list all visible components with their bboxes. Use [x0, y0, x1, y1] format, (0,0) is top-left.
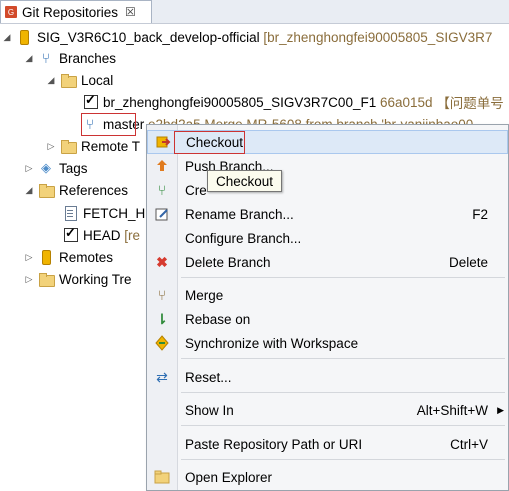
- synchronize-icon: [153, 334, 171, 352]
- git-repositories-icon: G: [4, 5, 18, 19]
- merge-icon: ⑂: [157, 287, 167, 303]
- file-icon: [62, 205, 78, 221]
- branches-label: Branches: [59, 50, 117, 66]
- delete-shortcut: Delete: [448, 254, 488, 270]
- menu-item-merge[interactable]: ⑂ Merge: [147, 283, 508, 307]
- repo-name: SIG_V3R6C10_back_develop-official: [37, 29, 260, 45]
- delete-branch-label: Delete Branch: [185, 254, 271, 270]
- menu-separator: [181, 277, 505, 278]
- local-branch-hash: 66a015d: [379, 94, 433, 110]
- tree-remotes-row[interactable]: ▷ Remotes: [24, 247, 113, 267]
- expanded-arrow-icon[interactable]: ◢: [24, 53, 34, 63]
- working-tree-label: Working Tre: [59, 271, 132, 287]
- paste-path-label: Paste Repository Path or URI: [185, 436, 363, 452]
- checkout-tooltip: Checkout: [207, 170, 282, 192]
- tree-local-row[interactable]: ◢ Local: [46, 70, 113, 90]
- reset-icon: ⇄: [156, 368, 168, 385]
- tree-head-row[interactable]: HEAD [re: [62, 225, 140, 245]
- folder-icon: [38, 271, 55, 287]
- menu-item-paste-path[interactable]: Paste Repository Path or URI Ctrl+V: [147, 432, 508, 456]
- local-branch-name: br_zhenghongfei90005805_SIGV3R7C00_F1: [103, 94, 377, 110]
- master-selection-box: [81, 113, 136, 136]
- menu-item-rename-branch[interactable]: Rename Branch... F2: [147, 202, 508, 226]
- delete-icon: ✖: [156, 253, 168, 270]
- merge-label: Merge: [185, 287, 224, 303]
- fetch-head-label: FETCH_HE: [83, 205, 155, 221]
- menu-separator: [181, 392, 505, 393]
- branches-icon: ⑂: [41, 50, 51, 66]
- tree-references-row[interactable]: ◢ References: [24, 180, 128, 200]
- menu-item-reset[interactable]: ⇄ Reset...: [147, 365, 508, 389]
- context-menu: Checkout Push Branch... ⑂ Cre Rename Bra…: [146, 124, 509, 491]
- tree-fetch-head-row[interactable]: FETCH_HE: [62, 203, 154, 223]
- tree-local-branch-row[interactable]: br_zhenghongfei90005805_SIGV3R7C00_F1 66…: [82, 92, 504, 112]
- checkout-selection-box: [174, 131, 245, 154]
- synchronize-label: Synchronize with Workspace: [185, 335, 359, 351]
- tree-working-tree-row[interactable]: ▷ Working Tre: [24, 269, 132, 289]
- menu-item-show-in[interactable]: Show In Alt+Shift+W ▶: [147, 398, 508, 422]
- repository-icon: [16, 29, 32, 45]
- expanded-arrow-icon[interactable]: ◢: [46, 75, 56, 85]
- references-label: References: [59, 182, 129, 198]
- tags-label: Tags: [59, 160, 88, 176]
- collapsed-arrow-icon[interactable]: ▷: [24, 163, 34, 173]
- close-icon[interactable]: ☒: [125, 5, 136, 19]
- remotes-label: Remotes: [59, 249, 114, 265]
- rename-shortcut: F2: [472, 206, 488, 222]
- show-in-label: Show In: [185, 402, 234, 418]
- tree-remote-tracking-row[interactable]: ▷ Remote T: [46, 136, 140, 156]
- create-branch-icon: ⑂: [157, 182, 167, 198]
- create-branch-label: Cre: [185, 182, 207, 198]
- menu-item-delete-branch[interactable]: ✖ Delete Branch Delete: [147, 250, 508, 274]
- push-icon: [153, 157, 171, 175]
- menu-item-synchronize[interactable]: Synchronize with Workspace: [147, 331, 508, 355]
- checked-out-branch-icon: [82, 92, 98, 110]
- head-label: HEAD: [83, 227, 121, 243]
- menu-item-open-explorer[interactable]: Open Explorer: [147, 465, 508, 489]
- expanded-arrow-icon[interactable]: ◢: [24, 185, 34, 195]
- folder-icon: [60, 72, 77, 88]
- expanded-arrow-icon[interactable]: ◢: [2, 32, 12, 42]
- collapsed-arrow-icon[interactable]: ▷: [46, 141, 56, 151]
- head-suffix: [re: [124, 227, 141, 243]
- menu-item-rebase[interactable]: ⇂ Rebase on: [147, 307, 508, 331]
- paste-shortcut: Ctrl+V: [450, 436, 488, 452]
- explorer-icon: [153, 468, 171, 486]
- remote-icon: [38, 249, 54, 265]
- collapsed-arrow-icon[interactable]: ▷: [24, 252, 34, 262]
- tree-repo-row[interactable]: ◢ SIG_V3R6C10_back_develop-official [br_…: [2, 27, 492, 47]
- folder-icon: [38, 182, 55, 198]
- menu-separator: [181, 425, 505, 426]
- tab-git-repositories[interactable]: G Git Repositories ☒: [0, 0, 152, 23]
- local-label: Local: [81, 72, 114, 88]
- repo-branch-info: [br_zhenghongfei90005805_SIGV3R7: [263, 29, 493, 45]
- submenu-arrow-icon: ▶: [497, 404, 504, 415]
- menu-item-configure-branch[interactable]: Configure Branch...: [147, 226, 508, 250]
- rebase-icon: ⇂: [156, 310, 168, 327]
- tree-tags-row[interactable]: ▷ ◈ Tags: [24, 158, 88, 178]
- rebase-label: Rebase on: [185, 311, 251, 327]
- rename-branch-label: Rename Branch...: [185, 206, 294, 222]
- menu-item-create-branch[interactable]: ⑂ Cre: [147, 178, 508, 202]
- configure-branch-label: Configure Branch...: [185, 230, 302, 246]
- menu-item-push-branch[interactable]: Push Branch...: [147, 154, 508, 178]
- tag-icon: ◈: [41, 160, 51, 175]
- svg-text:G: G: [8, 8, 14, 17]
- collapsed-arrow-icon[interactable]: ▷: [24, 274, 34, 284]
- menu-separator: [181, 459, 505, 460]
- local-branch-message: 【问题单号: [436, 96, 504, 111]
- checked-ref-icon: [62, 225, 78, 243]
- tab-title: Git Repositories: [22, 4, 119, 20]
- folder-icon: [60, 138, 77, 154]
- reset-label: Reset...: [185, 369, 232, 385]
- open-explorer-label: Open Explorer: [185, 469, 273, 485]
- checkout-icon: [154, 133, 172, 151]
- rename-icon: [153, 205, 171, 223]
- view-tab-bar: G Git Repositories ☒: [0, 0, 509, 24]
- menu-separator: [181, 358, 505, 359]
- show-in-shortcut: Alt+Shift+W: [416, 402, 488, 418]
- tree-branches-row[interactable]: ◢ ⑂ Branches: [24, 48, 117, 68]
- remote-tracking-label: Remote T: [81, 138, 141, 154]
